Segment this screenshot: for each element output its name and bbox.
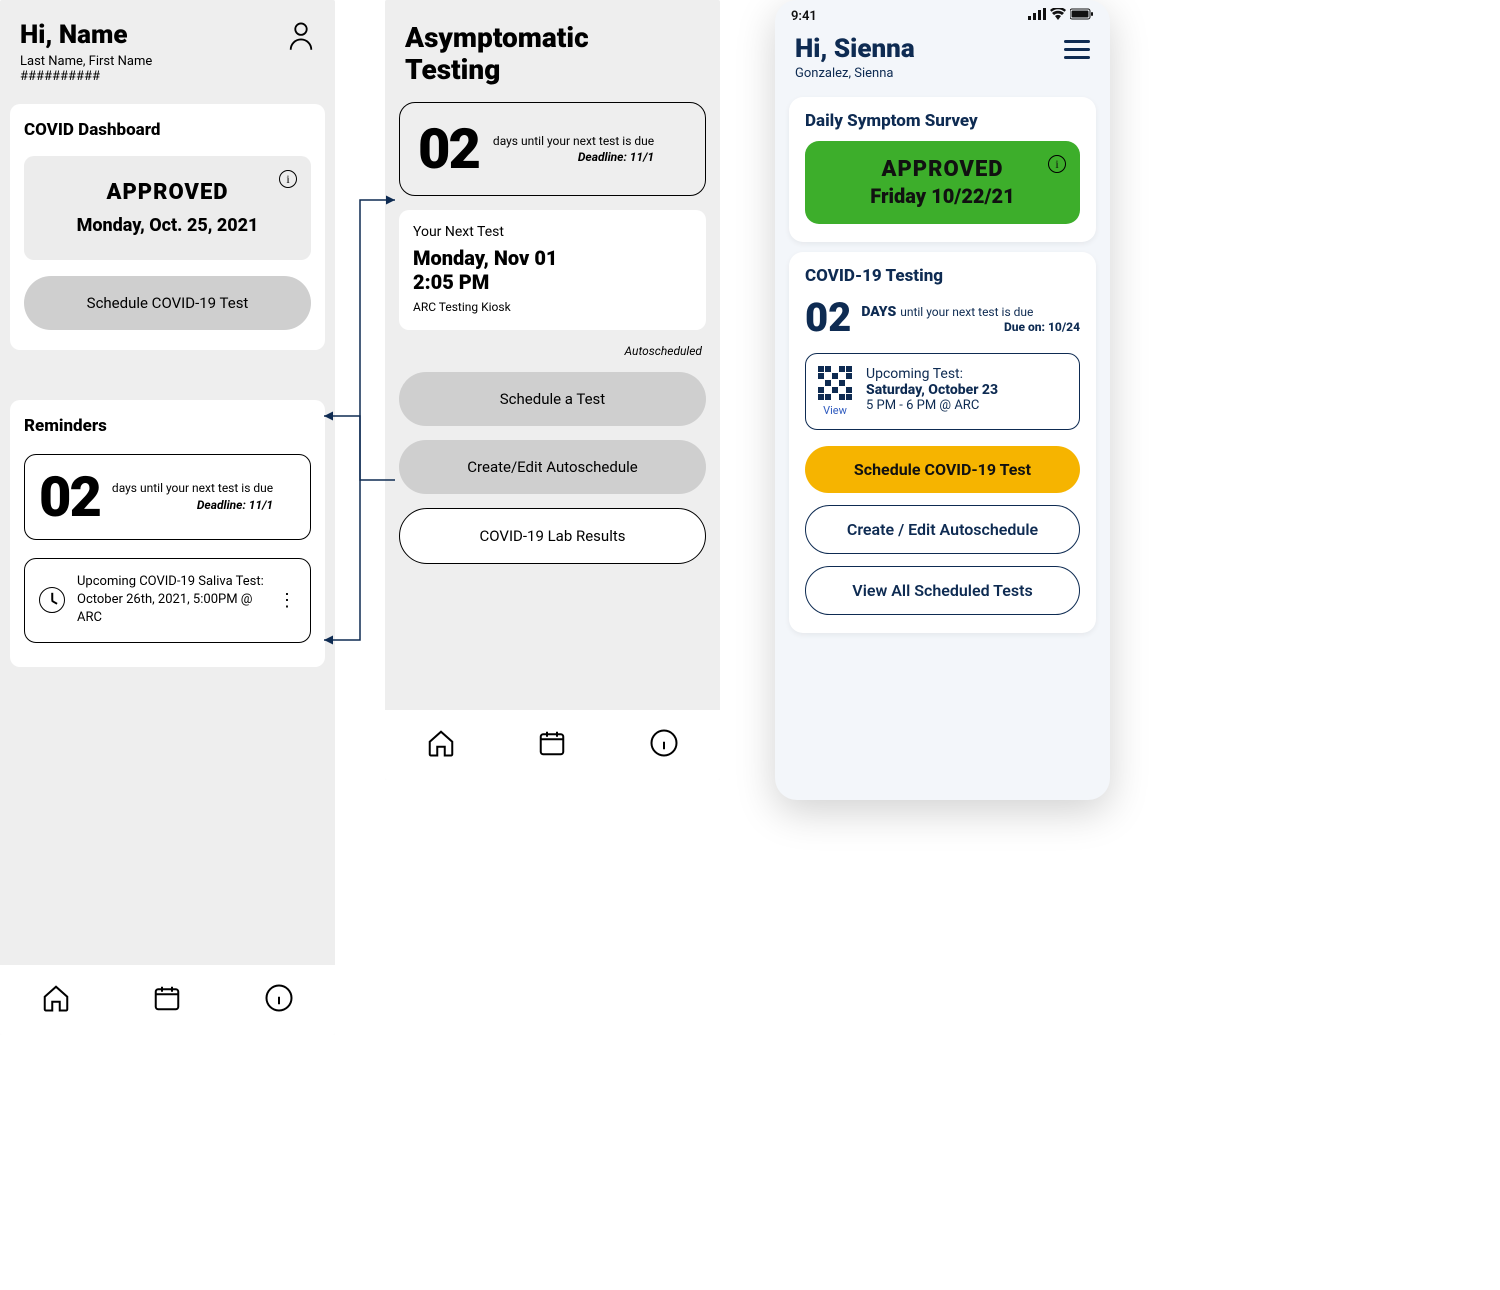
- wireframe-home-screen: Hi, Name Last Name, First Name #########…: [0, 0, 335, 1035]
- schedule-test-button[interactable]: Schedule COVID-19 Test: [805, 446, 1080, 493]
- hifi-home-screen: 9:41 Hi, Sienna Gonzalez, Sienna Daily S…: [775, 0, 1110, 800]
- countdown-reminder[interactable]: 02 days until your next test is due Dead…: [24, 454, 311, 540]
- upcoming-test-reminder[interactable]: Upcoming COVID-19 Saliva Test: October 2…: [24, 558, 311, 643]
- upcoming-time: 5 PM - 6 PM @ ARC: [866, 398, 998, 413]
- view-all-tests-button[interactable]: View All Scheduled Tests: [805, 566, 1080, 615]
- lab-results-button[interactable]: COVID-19 Lab Results: [399, 508, 706, 564]
- home-tab-icon[interactable]: [426, 728, 456, 762]
- countdown-text: days until your next test is due: [112, 481, 273, 495]
- upcoming-test-box[interactable]: View Upcoming Test: Saturday, October 23…: [805, 353, 1080, 430]
- wifi-icon: [1050, 8, 1066, 24]
- covid-dashboard-card: COVID Dashboard i APPROVED Monday, Oct. …: [10, 104, 325, 350]
- info-icon[interactable]: i: [279, 170, 297, 188]
- countdown-number: 02: [39, 469, 100, 525]
- approval-status-box[interactable]: i APPROVED Friday 10/22/21: [805, 141, 1080, 224]
- greeting-text: Hi, Name: [20, 20, 152, 50]
- qr-code-icon[interactable]: [818, 366, 852, 400]
- profile-icon[interactable]: [287, 20, 315, 56]
- approval-date: Monday, Oct. 25, 2021: [38, 215, 297, 236]
- bottom-tab-bar: [385, 710, 720, 780]
- calendar-tab-icon[interactable]: [152, 983, 182, 1017]
- next-test-label: Your Next Test: [413, 224, 692, 240]
- countdown-deadline: Deadline: 11/1: [493, 149, 654, 166]
- battery-icon: [1070, 8, 1094, 24]
- page-title: Asymptomatic Testing: [385, 0, 720, 86]
- wireframe-testing-screen: Asymptomatic Testing 02 days until your …: [385, 0, 720, 780]
- user-fullname: Gonzalez, Sienna: [795, 66, 915, 81]
- calendar-tab-icon[interactable]: [537, 728, 567, 762]
- info-tab-icon[interactable]: [264, 983, 294, 1017]
- info-icon[interactable]: i: [1048, 155, 1066, 173]
- countdown-deadline: Deadline: 11/1: [112, 497, 273, 514]
- clock-icon: [39, 587, 65, 613]
- info-tab-icon[interactable]: [649, 728, 679, 762]
- greeting-text: Hi, Sienna: [795, 34, 915, 64]
- edit-autoschedule-button[interactable]: Create/Edit Autoschedule: [399, 440, 706, 494]
- next-test-date: Monday, Nov 01: [413, 246, 692, 270]
- upcoming-test-text: Upcoming COVID-19 Saliva Test: October 2…: [77, 573, 266, 628]
- days-label: DAYS: [861, 304, 896, 320]
- countdown-text: until your next test is due: [900, 305, 1033, 319]
- autoscheduled-note: Autoscheduled: [399, 344, 706, 358]
- qr-view-link[interactable]: View: [818, 404, 852, 417]
- countdown-number: 02: [418, 121, 479, 177]
- approval-label: APPROVED: [38, 180, 297, 205]
- next-test-location: ARC Testing Kiosk: [413, 300, 692, 314]
- upcoming-date: Saturday, October 23: [866, 382, 998, 398]
- next-test-card[interactable]: Your Next Test Monday, Nov 01 2:05 PM AR…: [399, 210, 706, 330]
- signal-icon: [1028, 8, 1046, 24]
- hamburger-menu-icon[interactable]: [1064, 34, 1090, 59]
- reminders-title: Reminders: [24, 416, 311, 436]
- status-time: 9:41: [791, 9, 817, 24]
- dashboard-title: COVID Dashboard: [24, 120, 311, 140]
- bottom-tab-bar: [0, 965, 335, 1035]
- countdown-card[interactable]: 02 days until your next test is due Dead…: [399, 102, 706, 196]
- home-tab-icon[interactable]: [41, 983, 71, 1017]
- covid-testing-card: COVID-19 Testing 02 DAYS until your next…: [789, 252, 1096, 633]
- more-icon[interactable]: ⋮: [278, 596, 296, 605]
- testing-title: COVID-19 Testing: [805, 266, 1080, 286]
- reminders-card: Reminders 02 days until your next test i…: [10, 400, 325, 667]
- symptom-survey-card: Daily Symptom Survey i APPROVED Friday 1…: [789, 97, 1096, 242]
- countdown-text: days until your next test is due: [493, 134, 654, 148]
- due-date: Due on: 10/24: [861, 320, 1080, 334]
- approval-label: APPROVED: [819, 157, 1066, 182]
- status-bar: 9:41: [775, 0, 1110, 24]
- upcoming-label: Upcoming Test:: [866, 366, 998, 382]
- schedule-test-button[interactable]: Schedule COVID-19 Test: [24, 276, 311, 330]
- edit-autoschedule-button[interactable]: Create / Edit Autoschedule: [805, 505, 1080, 554]
- approval-date: Friday 10/22/21: [819, 184, 1066, 208]
- countdown-number: 02: [805, 294, 851, 341]
- schedule-test-button[interactable]: Schedule a Test: [399, 372, 706, 426]
- approval-status-box[interactable]: i APPROVED Monday, Oct. 25, 2021: [24, 156, 311, 260]
- user-id-mask: ##########: [20, 69, 152, 84]
- survey-title: Daily Symptom Survey: [805, 111, 1080, 131]
- next-test-time: 2:05 PM: [413, 270, 692, 294]
- user-fullname: Last Name, First Name: [20, 54, 152, 69]
